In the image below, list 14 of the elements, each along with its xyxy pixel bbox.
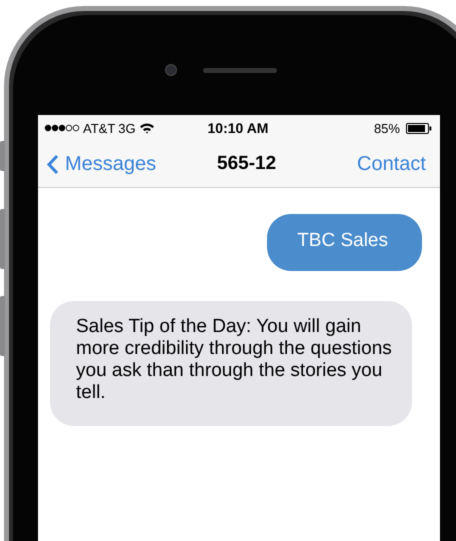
back-link[interactable]: Messages: [46, 152, 156, 176]
camera-icon: [165, 64, 177, 76]
signal-icon: [44, 124, 80, 132]
received-message-bubble: Sales Tip of the Day: You will gain more credibility through the questions you ask than through the stories you tell.: [50, 301, 412, 426]
network-type: 3G: [118, 120, 136, 136]
sent-message-bubble: TBC Sales: [267, 214, 422, 271]
contact-link[interactable]: Contact: [357, 152, 426, 176]
status-time: 10:10 AM: [208, 120, 268, 136]
battery-icon: [406, 122, 432, 134]
wifi-icon: [138, 122, 155, 134]
conversation-title: 565-12: [217, 153, 276, 175]
chevron-left-icon: [46, 154, 59, 174]
battery-percent: 85%: [374, 120, 400, 136]
carrier-name: AT&T: [83, 120, 116, 136]
